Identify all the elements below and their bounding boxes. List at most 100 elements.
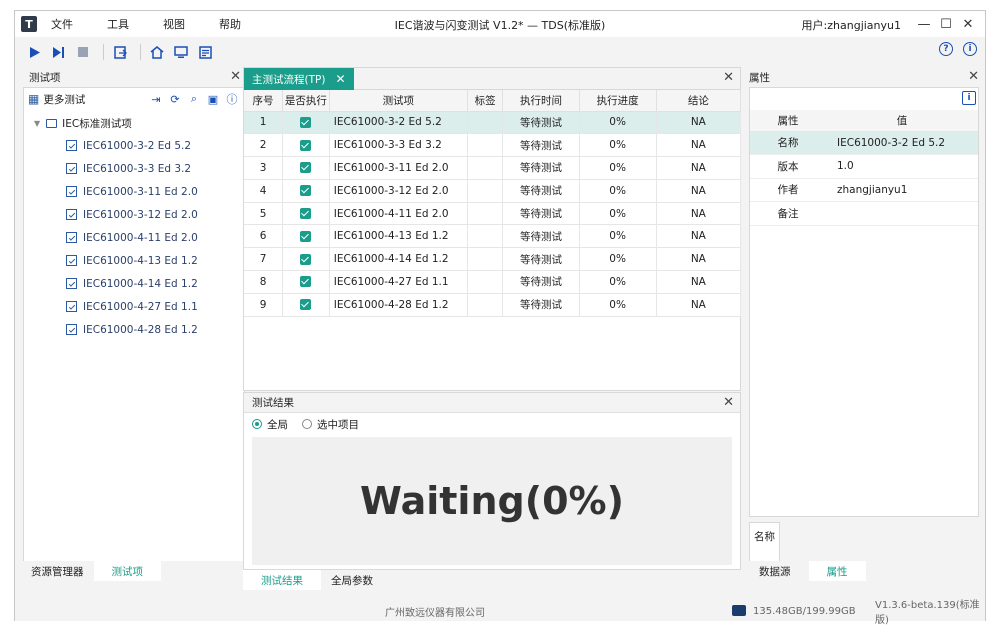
tab-main-flow[interactable]: 主测试流程(TP) ✕	[244, 68, 354, 90]
step-icon[interactable]	[49, 42, 69, 62]
tree-item-label: IEC61000-3-3 Ed 3.2	[83, 162, 192, 175]
checkbox-checked-icon[interactable]	[300, 116, 312, 128]
checkbox-checked-icon[interactable]	[300, 208, 312, 220]
tree-item[interactable]: IEC61000-4-13 Ed 1.2	[24, 249, 244, 272]
table-row[interactable]: 4 IEC61000-3-12 Ed 2.0 等待测试 0% NA	[244, 179, 742, 203]
tree-item[interactable]: IEC61000-4-14 Ed 1.2	[24, 272, 244, 295]
radio-all-label: 全局	[267, 418, 288, 431]
menu-file[interactable]: 文件	[51, 16, 73, 32]
column-header[interactable]: 是否执行	[282, 90, 330, 112]
property-row[interactable]: 作者 zhangjianyu1	[750, 178, 978, 202]
close-icon[interactable]: ✕	[230, 69, 241, 84]
play-icon[interactable]	[25, 42, 45, 62]
property-value[interactable]: IEC61000-3-2 Ed 5.2	[826, 131, 978, 155]
export-icon[interactable]	[110, 42, 130, 62]
execute-checkbox[interactable]	[282, 156, 330, 180]
menu-tools[interactable]: 工具	[107, 16, 129, 32]
tab-properties[interactable]: 属性	[808, 561, 866, 581]
minimize-button[interactable]: —	[913, 14, 935, 34]
monitor-icon[interactable]	[171, 42, 191, 62]
column-header[interactable]: 结论	[656, 90, 742, 112]
conclusion: NA	[656, 179, 742, 203]
test-item-name: IEC61000-3-3 Ed 3.2	[329, 133, 468, 158]
execute-checkbox[interactable]	[282, 133, 330, 158]
folder-icon	[46, 118, 58, 128]
property-row[interactable]: 版本 1.0	[750, 154, 978, 179]
tree-root[interactable]: ▼ IEC标准测试项	[24, 112, 244, 134]
tree-item[interactable]: IEC61000-3-2 Ed 5.2	[24, 134, 244, 157]
checkbox-checked-icon[interactable]	[300, 139, 312, 151]
table-row[interactable]: 3 IEC61000-3-11 Ed 2.0 等待测试 0% NA	[244, 156, 742, 180]
home-icon[interactable]	[147, 42, 167, 62]
collapse-icon[interactable]: ▣	[205, 91, 221, 107]
more-tests-button[interactable]: 更多测试	[43, 92, 85, 107]
table-row[interactable]: 2 IEC61000-3-3 Ed 3.2 等待测试 0% NA	[244, 133, 742, 158]
table-row[interactable]: 9 IEC61000-4-28 Ed 1.2 等待测试 0% NA	[244, 293, 742, 317]
info-icon[interactable]: i	[963, 42, 977, 56]
close-icon[interactable]: ✕	[723, 70, 734, 85]
property-row[interactable]: 备注	[750, 201, 978, 226]
info-icon[interactable]: ⓘ	[224, 91, 240, 107]
test-flow-table: 序号 是否执行 测试项 标签 执行时间 执行进度 结论 1 IEC61000-3-…	[244, 90, 742, 317]
close-button[interactable]: ✕	[957, 14, 979, 34]
table-row[interactable]: 8 IEC61000-4-27 Ed 1.1 等待测试 0% NA	[244, 270, 742, 294]
radio-all[interactable]	[252, 419, 262, 429]
tab-global-params[interactable]: 全局参数	[321, 570, 383, 590]
column-header[interactable]: 执行时间	[502, 90, 580, 112]
execute-checkbox[interactable]	[282, 270, 330, 294]
tab-resource-manager[interactable]: 资源管理器	[21, 561, 94, 581]
column-header[interactable]: 序号	[244, 90, 284, 112]
conclusion: NA	[656, 133, 742, 158]
property-row[interactable]: 名称 IEC61000-3-2 Ed 5.2	[750, 131, 978, 155]
checkbox-checked-icon[interactable]	[300, 162, 312, 174]
tree-toolbar: ▦ 更多测试 ⇥ ⟳ ⌕ ▣ ⓘ	[24, 88, 244, 110]
checkbox-checked-icon[interactable]	[300, 185, 312, 197]
maximize-button[interactable]: ☐	[935, 14, 957, 34]
radio-selected[interactable]	[302, 419, 312, 429]
stop-icon[interactable]	[73, 42, 93, 62]
menu-view[interactable]: 视图	[163, 16, 185, 32]
menu-help[interactable]: 帮助	[219, 16, 241, 32]
search-icon[interactable]: ⌕	[186, 91, 202, 107]
help-icon[interactable]: ?	[939, 42, 953, 56]
execute-checkbox[interactable]	[282, 111, 330, 135]
expand-arrow-icon[interactable]: ▼	[34, 119, 40, 128]
tree-item[interactable]: IEC61000-4-28 Ed 1.2	[24, 318, 244, 341]
tree-item[interactable]: IEC61000-4-11 Ed 2.0	[24, 226, 244, 249]
test-item-icon	[66, 186, 77, 197]
tab-test-items[interactable]: 测试项	[93, 561, 161, 581]
execute-checkbox[interactable]	[282, 179, 330, 203]
execute-checkbox[interactable]	[282, 202, 330, 226]
column-header[interactable]: 测试项	[329, 90, 468, 112]
tree-item[interactable]: IEC61000-3-11 Ed 2.0	[24, 180, 244, 203]
execute-checkbox[interactable]	[282, 224, 330, 249]
table-row[interactable]: 7 IEC61000-4-14 Ed 1.2 等待测试 0% NA	[244, 247, 742, 272]
column-header[interactable]: 执行进度	[579, 90, 657, 112]
tab-test-results[interactable]: 测试结果	[243, 570, 321, 590]
property-value[interactable]: 1.0	[826, 154, 978, 179]
table-row[interactable]: 5 IEC61000-4-11 Ed 2.0 等待测试 0% NA	[244, 202, 742, 226]
close-icon[interactable]: ✕	[968, 69, 979, 84]
checkbox-checked-icon[interactable]	[300, 276, 312, 288]
column-header[interactable]: 标签	[467, 90, 504, 112]
tree-item[interactable]: IEC61000-3-12 Ed 2.0	[24, 203, 244, 226]
execute-checkbox[interactable]	[282, 247, 330, 272]
refresh-icon[interactable]: ⟳	[167, 91, 183, 107]
close-icon[interactable]: ✕	[335, 72, 345, 86]
properties-table: 属性 值 名称 IEC61000-3-2 Ed 5.2 版本 1.0 作者 zhangji…	[750, 110, 978, 226]
checkbox-checked-icon[interactable]	[300, 253, 312, 265]
property-value[interactable]	[826, 201, 978, 226]
table-row[interactable]: 1 IEC61000-3-2 Ed 5.2 等待测试 0% NA	[244, 111, 742, 135]
info-icon[interactable]: i	[962, 91, 976, 105]
checkbox-checked-icon[interactable]	[300, 230, 312, 242]
list-icon[interactable]	[195, 42, 215, 62]
property-value[interactable]: zhangjianyu1	[826, 178, 978, 202]
tree-item[interactable]: IEC61000-4-27 Ed 1.1	[24, 295, 244, 318]
checkbox-checked-icon[interactable]	[300, 299, 312, 311]
import-icon[interactable]: ⇥	[148, 91, 164, 107]
execute-checkbox[interactable]	[282, 293, 330, 317]
table-row[interactable]: 6 IEC61000-4-13 Ed 1.2 等待测试 0% NA	[244, 224, 742, 249]
close-icon[interactable]: ✕	[723, 395, 734, 410]
tab-data-source[interactable]: 数据源	[741, 561, 809, 581]
tree-item[interactable]: IEC61000-3-3 Ed 3.2	[24, 157, 244, 180]
